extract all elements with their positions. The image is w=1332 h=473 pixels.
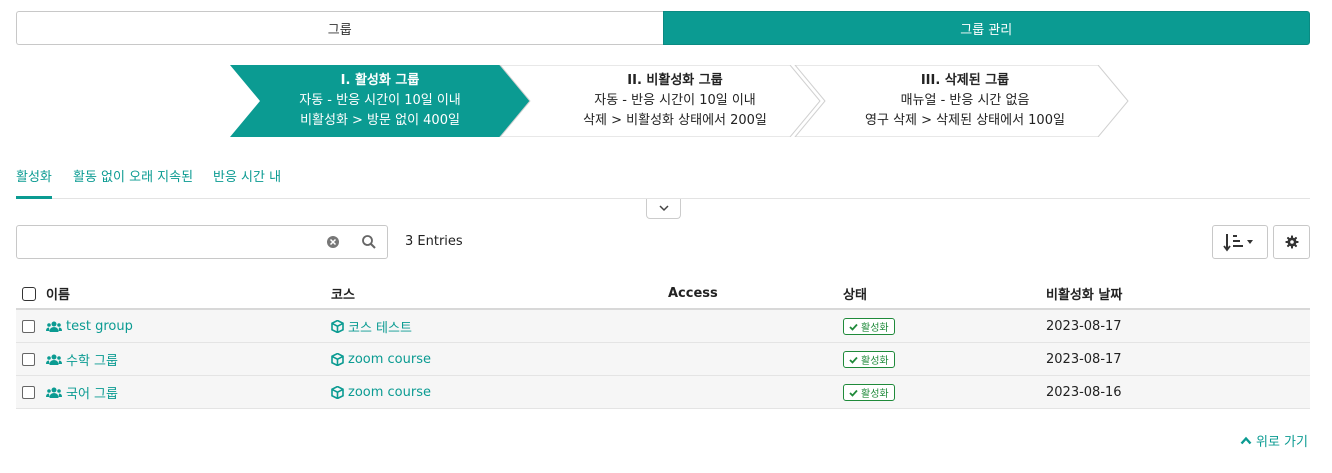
header-deactivation-date[interactable]: 비활성화 날짜 (1046, 277, 1122, 310)
step-line: 자동 - 반응 시간이 10일 이내 (299, 93, 461, 108)
course-link[interactable]: 코스 테스트 (331, 317, 412, 336)
status-label: 활성화 (861, 389, 889, 400)
users-icon (46, 387, 62, 398)
status-cell: 활성화 (843, 310, 895, 343)
status-cell: 활성화 (843, 343, 895, 376)
status-badge: 활성화 (843, 384, 895, 401)
date-cell: 2023-08-17 (1046, 319, 1122, 334)
name-cell: test group (46, 310, 133, 343)
group-name: 국어 그룹 (66, 387, 118, 402)
header-course[interactable]: 코스 (331, 277, 355, 310)
step-line: 삭제 > 비활성화 상태에서 200일 (583, 113, 767, 128)
row-select-cell (22, 310, 40, 343)
row-checkbox[interactable] (22, 320, 35, 333)
gear-icon (1285, 235, 1298, 249)
table-row: 국어 그룹 zoom course 활성화 2023-08-16 (16, 376, 1310, 409)
group-link[interactable]: test group (46, 319, 133, 334)
search-box (16, 225, 388, 259)
row-checkbox[interactable] (22, 353, 35, 366)
back-to-top-label: 위로 가기 (1256, 435, 1308, 450)
course-cell: zoom course (331, 343, 431, 376)
row-select-cell (22, 343, 40, 376)
date-cell: 2023-08-16 (1046, 385, 1122, 400)
check-icon (849, 356, 858, 364)
tab-within-response-time[interactable]: 반응 시간 내 (213, 168, 281, 198)
users-icon (46, 354, 62, 365)
header-status[interactable]: 상태 (843, 277, 867, 310)
cube-icon (331, 386, 344, 399)
entries-count: 3 Entries (405, 234, 463, 249)
step-active-groups: I. 활성화 그룹 자동 - 반응 시간이 10일 이내 비활성화 > 방문 없… (260, 65, 500, 137)
step-line: 비활성화 > 방문 없이 400일 (300, 113, 460, 128)
status-tabs: 활성화 활동 없이 오래 지속된 반응 시간 내 (16, 168, 1310, 199)
users-icon (46, 321, 62, 332)
step-inactive-groups: II. 비활성화 그룹 자동 - 반응 시간이 10일 이내 삭제 > 비활성화… (530, 65, 820, 137)
chevron-down-icon (658, 205, 669, 212)
name-cell: 수학 그룹 (46, 343, 118, 376)
step-line: 영구 삭제 > 삭제된 상태에서 100일 (865, 113, 1065, 128)
table-row: test group 코스 테스트 활성화 2023-08-17 (16, 310, 1310, 343)
step-title: I. 활성화 그룹 (340, 73, 420, 88)
table-header: 이름 코스 Access 상태 비활성화 날짜 (16, 277, 1310, 310)
row-checkbox[interactable] (22, 386, 35, 399)
group-view-switch: 그룹 그룹 관리 (16, 11, 1310, 45)
row-select-cell (22, 376, 40, 409)
course-link[interactable]: zoom course (331, 385, 431, 400)
check-icon (849, 323, 858, 331)
tab-active[interactable]: 활성화 (16, 168, 52, 199)
status-badge: 활성화 (843, 318, 895, 335)
group-name: 수학 그룹 (66, 354, 118, 369)
group-name: test group (66, 319, 133, 334)
filter-expand-toggle[interactable] (646, 199, 681, 219)
group-lifecycle-steps: I. 활성화 그룹 자동 - 반응 시간이 10일 이내 비활성화 > 방문 없… (230, 65, 1130, 137)
search-icon[interactable] (361, 234, 377, 250)
step-title: III. 삭제된 그룹 (920, 73, 1010, 88)
sort-icon (1223, 234, 1253, 252)
step-line: 매뉴얼 - 반응 시간 없음 (900, 93, 1030, 108)
tab-long-inactive[interactable]: 활동 없이 오래 지속된 (73, 168, 193, 198)
step-deleted-groups: III. 삭제된 그룹 매뉴얼 - 반응 시간 없음 영구 삭제 > 삭제된 상… (820, 65, 1110, 137)
course-link[interactable]: zoom course (331, 352, 431, 367)
settings-button[interactable] (1273, 225, 1310, 259)
course-cell: zoom course (331, 376, 431, 409)
search-input[interactable] (17, 226, 317, 258)
step-line: 자동 - 반응 시간이 10일 이내 (594, 93, 756, 108)
step-title: II. 비활성화 그룹 (627, 73, 723, 88)
chevron-up-icon (1240, 436, 1252, 445)
group-link[interactable]: 수학 그룹 (46, 350, 118, 369)
check-icon (849, 389, 858, 397)
select-all-checkbox[interactable] (22, 286, 36, 301)
clear-icon[interactable] (325, 234, 341, 250)
course-name: zoom course (348, 385, 431, 400)
cube-icon (331, 353, 344, 366)
groups-table: 이름 코스 Access 상태 비활성화 날짜 test group 코스 테스… (16, 277, 1310, 409)
cube-icon (331, 320, 344, 333)
groups-tab-button[interactable]: 그룹 (16, 11, 663, 45)
sort-button[interactable] (1212, 225, 1268, 259)
date-cell: 2023-08-17 (1046, 352, 1122, 367)
group-link[interactable]: 국어 그룹 (46, 383, 118, 402)
table-row: 수학 그룹 zoom course 활성화 2023-08-17 (16, 343, 1310, 376)
status-badge: 활성화 (843, 351, 895, 368)
group-management-tab-button[interactable]: 그룹 관리 (662, 11, 1310, 45)
status-label: 활성화 (861, 356, 889, 367)
course-cell: 코스 테스트 (331, 310, 412, 343)
header-name[interactable]: 이름 (46, 277, 70, 310)
select-all-cell (22, 277, 40, 310)
name-cell: 국어 그룹 (46, 376, 118, 409)
status-label: 활성화 (861, 323, 889, 334)
header-access[interactable]: Access (668, 277, 718, 310)
course-name: 코스 테스트 (348, 321, 412, 336)
status-cell: 활성화 (843, 376, 895, 409)
course-name: zoom course (348, 352, 431, 367)
back-to-top-link[interactable]: 위로 가기 (1240, 431, 1308, 450)
